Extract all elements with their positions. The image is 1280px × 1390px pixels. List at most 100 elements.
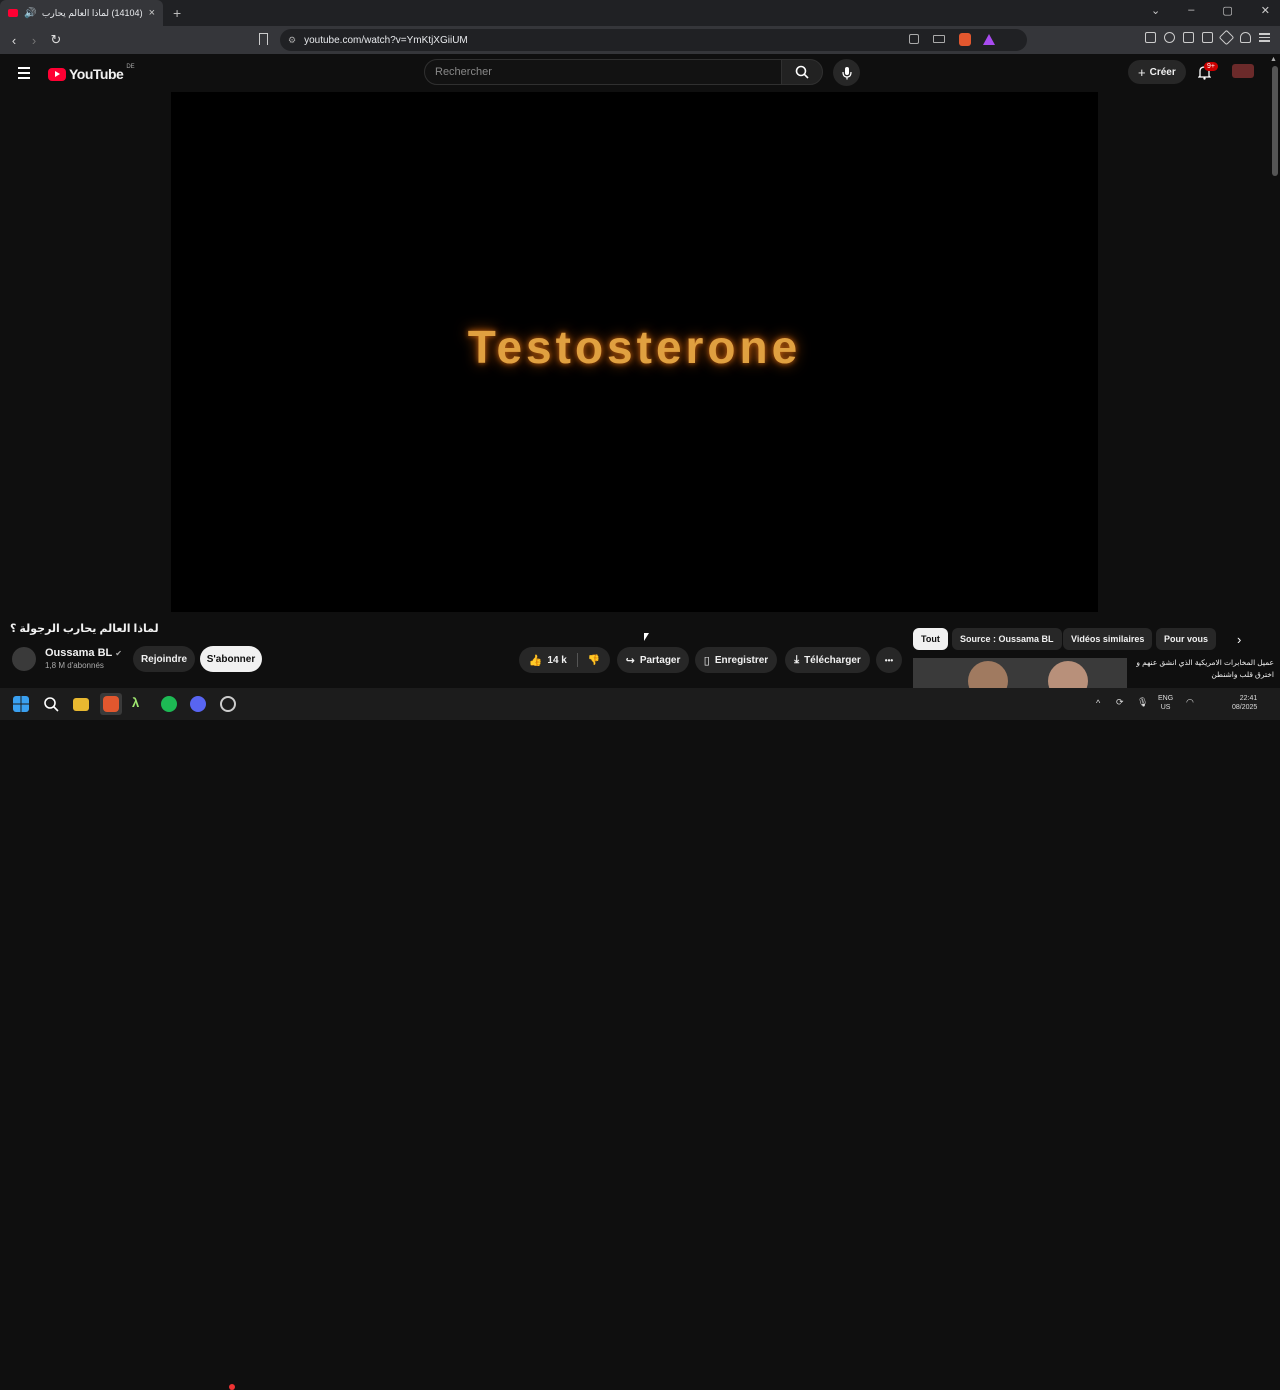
more-actions-button[interactable]: ••• (876, 647, 902, 673)
bookmark-save-icon: ▯ (703, 654, 710, 667)
language-indicator[interactable]: ENG US (1158, 694, 1173, 712)
reload-icon[interactable]: ↻ (46, 32, 66, 48)
save-button[interactable]: ▯ Enregistrer (695, 647, 777, 673)
region-code: US (1160, 704, 1171, 711)
chip-source[interactable]: Source : Oussama BL (952, 628, 1062, 650)
channel-name[interactable]: Oussama BL ✔ (45, 647, 122, 659)
file-explorer-icon[interactable] (73, 698, 89, 711)
search-icon (795, 65, 809, 79)
sidebar-icon[interactable] (1183, 32, 1194, 43)
scroll-up-arrow-icon[interactable]: ▲ (1270, 56, 1277, 63)
like-divider (576, 653, 578, 667)
recommendation-thumbnail[interactable] (913, 658, 1127, 688)
close-window-button[interactable]: ✕ (1261, 4, 1270, 17)
verified-icon: ✔ (115, 649, 122, 658)
page-scrollbar[interactable] (1272, 66, 1278, 176)
brave-shields-icon[interactable] (959, 33, 971, 46)
youtube-play-icon (48, 67, 66, 81)
chevron-right-icon[interactable]: › (1237, 632, 1241, 647)
account-avatar[interactable] (1232, 64, 1254, 78)
chip-all[interactable]: Tout (913, 628, 948, 650)
subscriber-count: 1,8 M d'abonnés (45, 661, 104, 670)
youtube-favicon-icon (8, 9, 18, 17)
translate-icon[interactable] (909, 34, 919, 44)
media-icon[interactable] (1164, 32, 1175, 43)
extensions-area (1145, 29, 1270, 46)
discord-icon[interactable] (190, 696, 206, 712)
spotify-icon[interactable] (161, 696, 177, 712)
mouse-cursor (644, 633, 649, 641)
browser-tab[interactable]: 🔊 (14104) لماذا العالم يحارب الرجـ × (0, 0, 163, 26)
guide-menu-icon[interactable] (18, 67, 30, 82)
youtube-header: YouTube DE Rechercher + Créer 9+ (0, 54, 1280, 92)
recommendation-title[interactable]: عميل المخابرات الامريكية الذي انشق عنهم … (1134, 657, 1274, 681)
tray-microphone-icon[interactable]: 🎙 (1137, 698, 1148, 707)
tab-title: (14104) لماذا العالم يحارب الرجـ (42, 7, 143, 18)
speaker-icon[interactable]: 🔊 (24, 8, 36, 19)
windows-taskbar: λ (0, 688, 1280, 1390)
thumbs-down-icon: 👎 (587, 654, 601, 666)
notification-badge: 9+ (1204, 62, 1218, 71)
browser-toolbar: ‹ › ↻ ⚙ youtube.com/watch?v=YmKtjXGiiUM (0, 26, 1280, 54)
steam-icon[interactable] (220, 696, 236, 712)
chip-for-you[interactable]: Pour vous (1156, 628, 1217, 650)
channel-name-text[interactable]: Oussama BL (45, 647, 112, 659)
join-button[interactable]: Rejoindre (133, 646, 195, 672)
logo-text: YouTube (69, 66, 124, 82)
clock[interactable]: 22:41 08/2025 (1232, 694, 1257, 712)
language-code: ENG (1158, 695, 1174, 702)
dislike-button[interactable]: 👎 (588, 655, 600, 666)
bookmark-icon[interactable] (259, 33, 268, 45)
search-placeholder: Rechercher (435, 66, 492, 78)
youtube-logo[interactable]: YouTube DE (48, 64, 135, 82)
create-label: Créer (1149, 66, 1176, 78)
back-icon[interactable]: ‹ (4, 33, 24, 48)
chip-related[interactable]: Vidéos similaires (1063, 628, 1153, 650)
create-button[interactable]: + Créer (1128, 60, 1186, 84)
menu-icon[interactable] (1259, 32, 1270, 43)
video-player[interactable]: Testosterone (171, 92, 1098, 612)
like-count: 14 k (547, 654, 567, 666)
new-tab-button[interactable]: + (173, 5, 181, 21)
video-frame-text: Testosterone (467, 321, 802, 373)
leo-ai-icon[interactable] (1218, 29, 1235, 46)
like-button[interactable]: 👍 14 k (529, 654, 567, 667)
address-bar[interactable]: ⚙ youtube.com/watch?v=YmKtjXGiiUM (280, 29, 1027, 51)
tab-close-button[interactable]: × (149, 7, 155, 19)
download-icon: ⤓ (794, 653, 800, 666)
maximize-button[interactable]: ▢ (1222, 4, 1232, 17)
country-code: DE (126, 64, 135, 70)
like-dislike-group: 👍 14 k 👎 (519, 647, 610, 673)
brave-rewards-icon[interactable] (983, 34, 995, 45)
forward-icon[interactable]: › (24, 33, 44, 48)
vpn-icon[interactable] (1240, 32, 1251, 43)
voice-search-button[interactable] (833, 59, 860, 86)
app-alert-dot (229, 1384, 235, 1390)
url-text[interactable]: youtube.com/watch?v=YmKtjXGiiUM (304, 35, 468, 46)
save-label: Enregistrer (714, 654, 769, 666)
clock-date: 08/2025 (1232, 704, 1258, 711)
extensions-icon[interactable] (1145, 32, 1156, 43)
channel-avatar[interactable] (12, 647, 36, 671)
tab-search-button[interactable]: ⌄ (1151, 4, 1160, 17)
download-button[interactable]: ⤓ Télécharger (785, 647, 870, 673)
minimize-button[interactable]: – (1188, 4, 1194, 17)
search-input[interactable]: Rechercher (424, 59, 782, 85)
microphone-icon (841, 66, 852, 79)
video-title: لماذا العالم يحارب الرجولة ؟ (10, 623, 159, 635)
site-info-icon[interactable]: ⚙ (288, 35, 296, 46)
app-icon-lambda[interactable]: λ (132, 695, 148, 711)
wifi-icon[interactable]: ◠ (1186, 698, 1194, 707)
tray-app-icon[interactable]: ⟳ (1116, 698, 1124, 707)
share-button[interactable]: ↪ Partager (617, 647, 689, 673)
cast-icon[interactable] (933, 35, 945, 43)
search-button[interactable] (781, 59, 823, 85)
wallet-icon[interactable] (1202, 32, 1213, 43)
tray-overflow-chevron-icon[interactable]: ^ (1096, 699, 1100, 708)
download-label: Télécharger (804, 654, 861, 666)
share-icon: ↪ (625, 654, 635, 667)
subscribe-button[interactable]: S'abonner (200, 646, 262, 672)
brave-browser-icon[interactable] (103, 696, 119, 712)
windows-start-icon[interactable] (13, 696, 29, 712)
search-taskbar-icon[interactable] (43, 696, 59, 712)
